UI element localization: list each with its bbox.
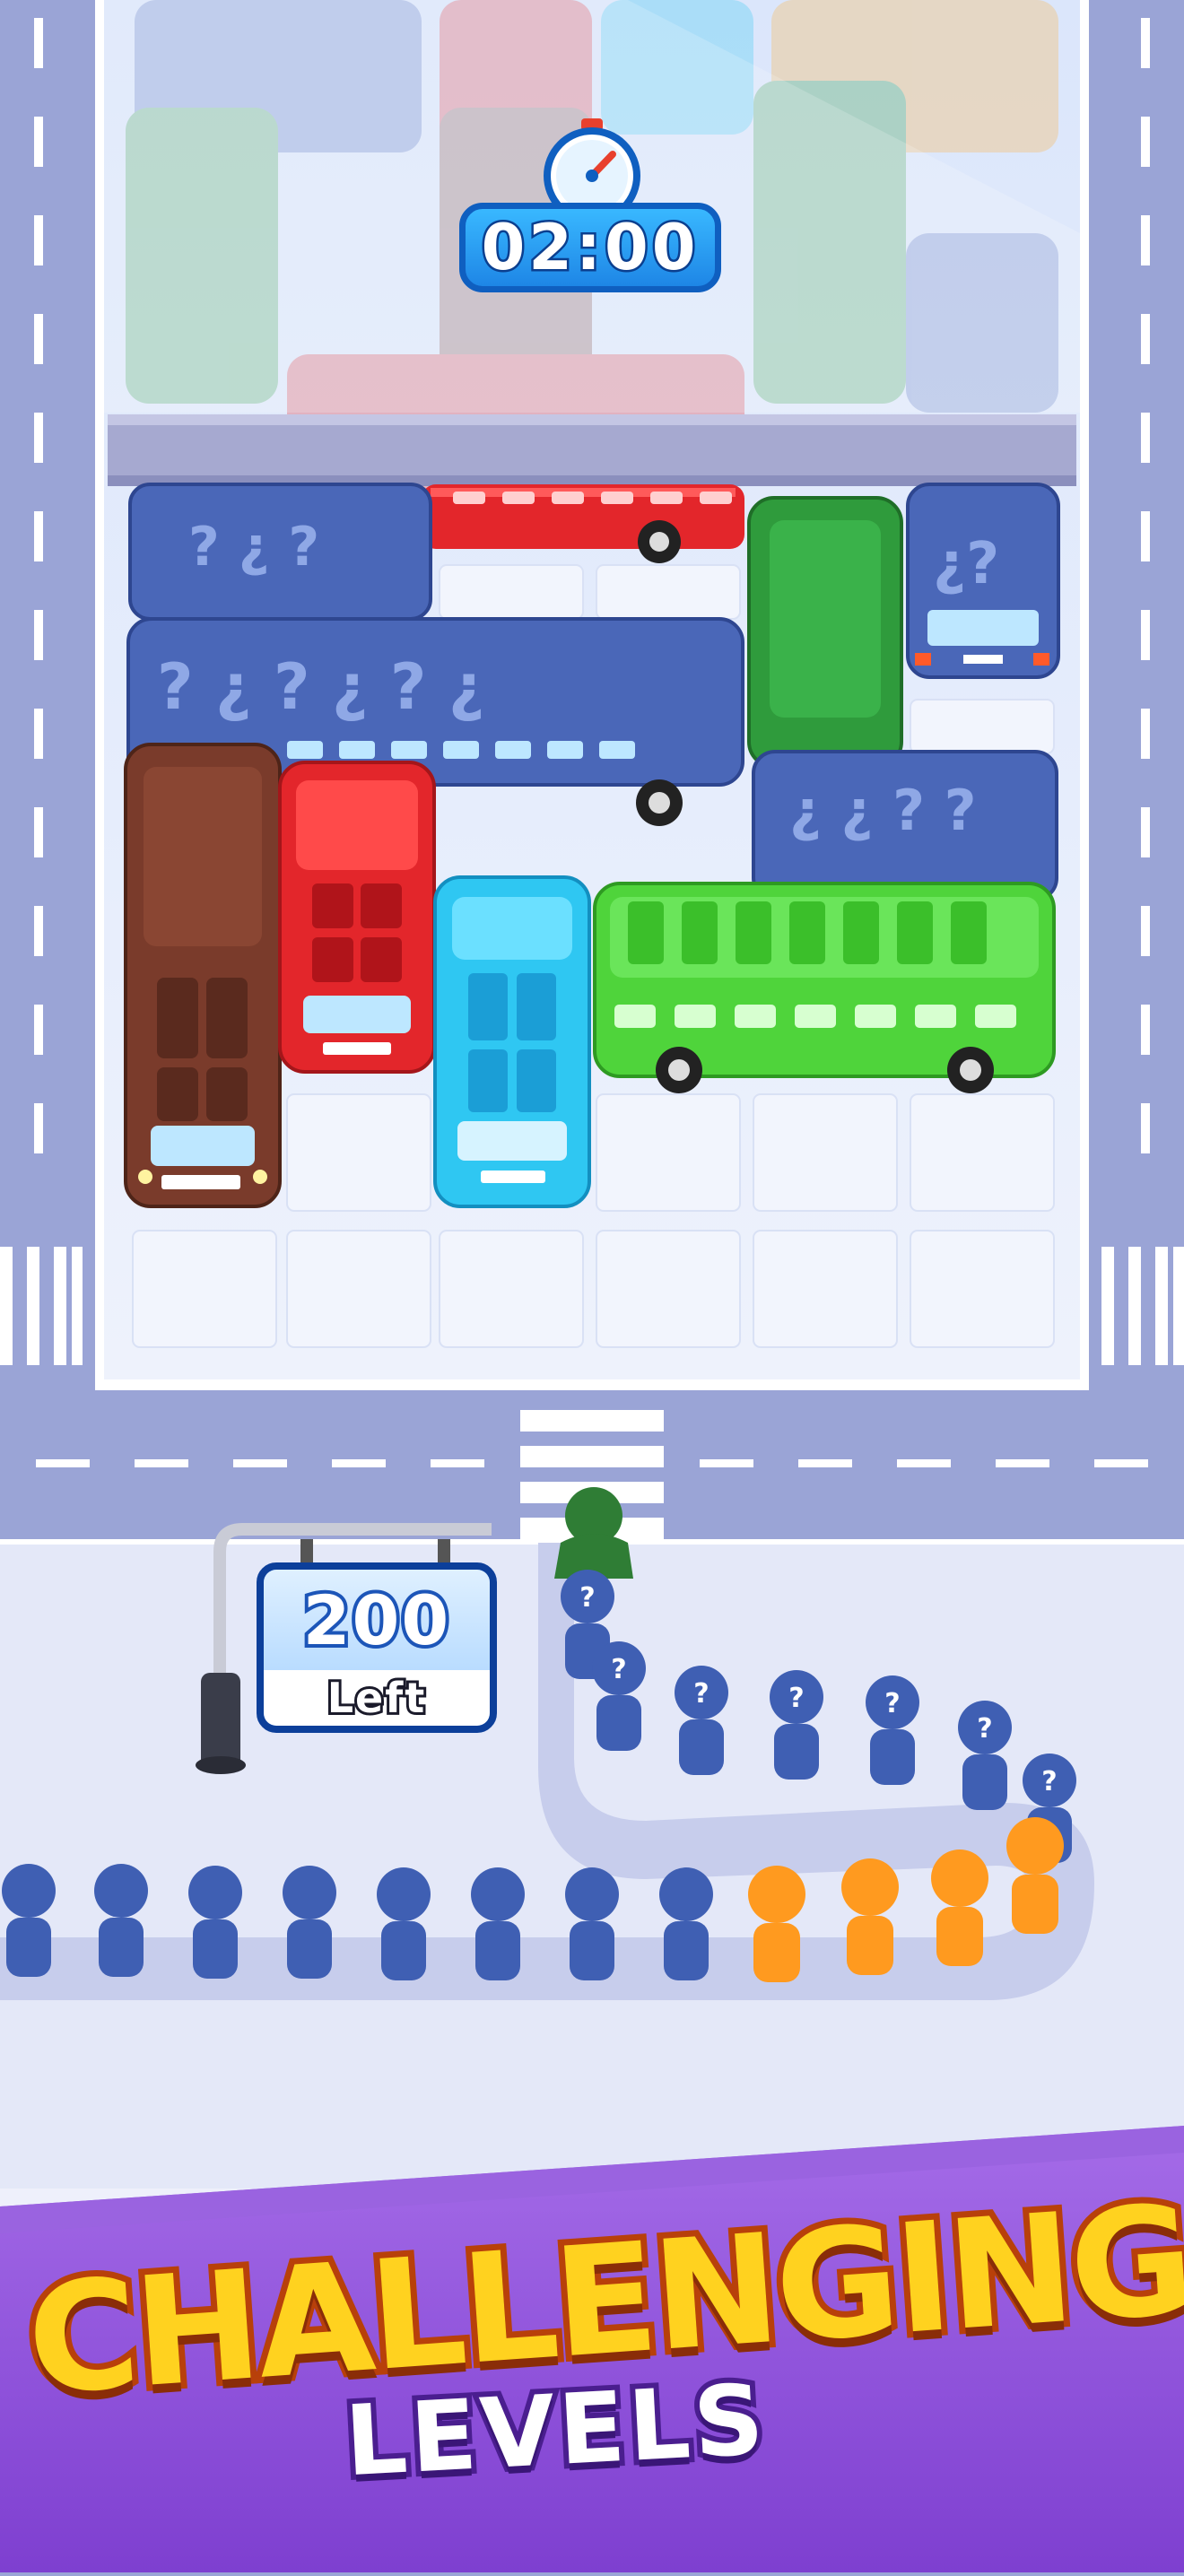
cyan-car[interactable] (433, 875, 591, 1208)
brown-car[interactable] (124, 743, 282, 1208)
mystery-car-top-left[interactable]: ? ¿ ? (128, 483, 432, 621)
svg-text:?: ? (884, 1688, 900, 1719)
svg-text:?: ? (611, 1654, 626, 1685)
svg-text:?: ? (1041, 1766, 1057, 1797)
svg-text:?: ? (977, 1713, 992, 1745)
svg-text:?: ? (788, 1683, 804, 1714)
passengers-left-count: 200 (300, 1577, 453, 1664)
question-mark-icon: ¿? (933, 531, 999, 597)
sign-count-area: 200 (264, 1570, 490, 1670)
timer-value: 02:00 (479, 209, 700, 287)
passengers-left-label: Left (325, 1671, 427, 1725)
question-mark-icon: ¿ ¿ ? ? (789, 778, 977, 843)
svg-text:?: ? (579, 1582, 595, 1614)
timer-display: 02:00 (459, 203, 721, 292)
red-car[interactable] (278, 761, 436, 1074)
mystery-car-top-right[interactable]: ¿? (906, 483, 1060, 679)
question-mark-icon: ? ¿ ? ¿ ? ¿ (157, 650, 484, 724)
passengers-left-sign: 200 Left (257, 1562, 497, 1733)
sign-label-area: Left (264, 1670, 490, 1726)
mystery-car-right-middle[interactable]: ¿ ¿ ? ? (752, 750, 1058, 901)
question-mark-icon: ? ¿ ? (188, 516, 319, 579)
svg-text:?: ? (693, 1678, 709, 1710)
dark-green-car[interactable] (747, 496, 903, 769)
green-bus[interactable] (593, 882, 1056, 1093)
